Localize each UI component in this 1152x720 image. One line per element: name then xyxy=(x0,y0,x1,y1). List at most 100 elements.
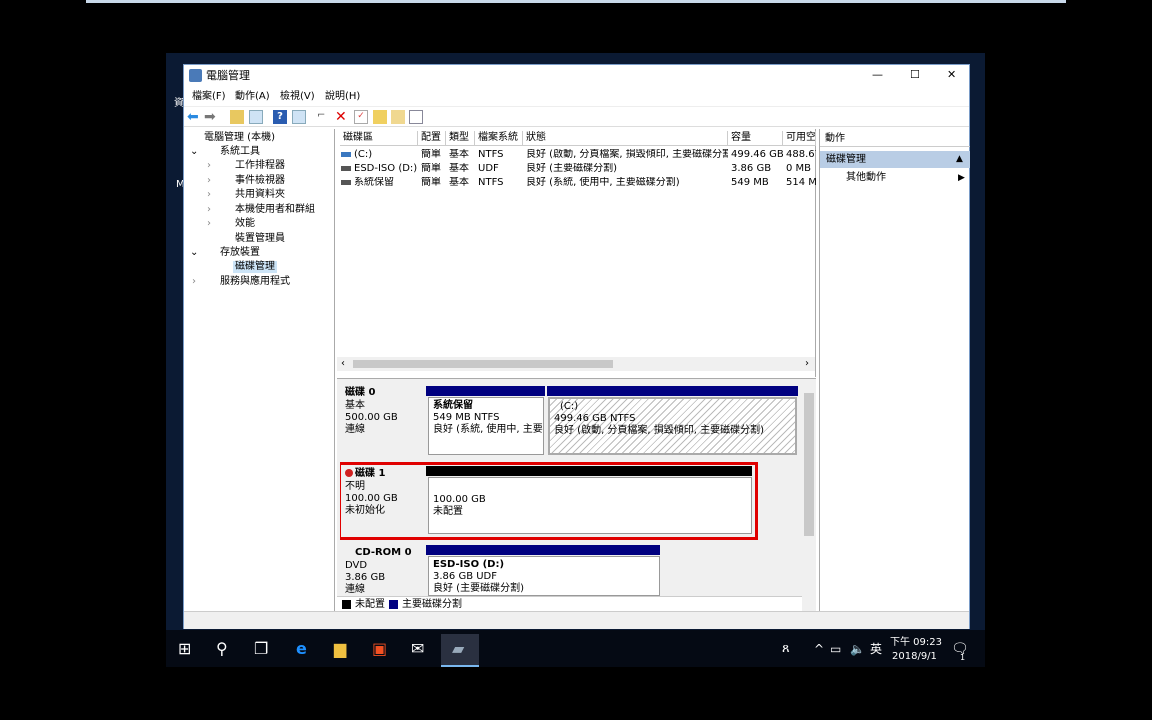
search-icon[interactable] xyxy=(391,110,405,124)
table-row[interactable]: (C:) 簡單 基本 NTFS 良好 (啟動, 分頁檔案, 損毀傾印, 主要磁碟分割) 4… xyxy=(337,148,816,162)
column-header[interactable]: 容量 xyxy=(728,131,783,146)
column-header[interactable]: 類型 xyxy=(446,131,475,146)
back-icon[interactable]: ⬅ xyxy=(187,110,201,124)
submenu-arrow-icon: ▶ xyxy=(958,173,965,183)
file-explorer-icon[interactable]: ▆ xyxy=(334,640,346,658)
menu-action[interactable]: 動作(A) xyxy=(235,91,270,103)
taskbar: ⊞ ⚲ ❐ e ▆ ▣ ✉ ▰ ጸ ^ ▭ 🔈 英 下午 09:23 2018/… xyxy=(166,630,985,667)
close-button[interactable]: ✕ xyxy=(947,69,956,81)
partition-unallocated[interactable]: 100.00 GB 未配置 xyxy=(428,477,752,534)
table-row[interactable]: 系統保留 簡單 基本 NTFS 良好 (系統, 使用中, 主要磁碟分割) 549 MB 51… xyxy=(337,176,816,190)
menu-help[interactable]: 說明(H) xyxy=(325,91,360,103)
tree-item-shared-folders[interactable]: 共用資料夾 xyxy=(235,189,285,201)
clock-date[interactable]: 2018/9/1 xyxy=(892,651,937,663)
up-folder-icon[interactable] xyxy=(230,110,244,124)
show-hide-tree-icon[interactable] xyxy=(249,110,263,124)
show-action-pane-icon[interactable] xyxy=(292,110,306,124)
more-actions[interactable]: 其他動作 xyxy=(846,172,886,184)
mail-icon[interactable]: ✉ xyxy=(411,640,424,658)
forward-icon[interactable]: ➡ xyxy=(204,110,218,124)
edge-icon[interactable]: e xyxy=(296,640,307,658)
partition-esd-iso[interactable]: ESD-ISO (D:) 3.86 GB UDF 良好 (主要磁碟分割) xyxy=(428,556,660,596)
table-cell: UDF xyxy=(478,163,499,174)
table-cell: ESD-ISO (D:) xyxy=(354,163,418,174)
title-bar[interactable]: 電腦管理 — ☐ ✕ xyxy=(184,65,969,87)
computer-management-window: 電腦管理 — ☐ ✕ 檔案(F) 動作(A) 檢視(V) 說明(H) ⬅ ➡ ?… xyxy=(183,64,970,629)
scroll-right-icon[interactable]: › xyxy=(805,358,809,370)
store-icon[interactable]: ▣ xyxy=(372,640,387,658)
tree-item-event-viewer[interactable]: 事件檢視器 xyxy=(235,175,285,187)
partition-c[interactable]: (C:) 499.46 GB NTFS 良好 (啟動, 分頁檔案, 損毀傾印, … xyxy=(548,397,797,455)
help-icon[interactable]: ? xyxy=(273,110,287,124)
menu-file[interactable]: 檔案(F) xyxy=(192,91,226,103)
show-hidden-icons[interactable]: ^ xyxy=(814,640,824,658)
disk-error-icon xyxy=(345,469,353,477)
volume-icon[interactable]: 🔈 xyxy=(850,640,865,658)
partition-system-reserved[interactable]: 系統保留 549 MB NTFS 良好 (系統, 使用中, 主要磁碟分割) xyxy=(428,397,544,455)
vertical-scrollbar[interactable] xyxy=(802,381,816,595)
collapsed-chevron-icon[interactable]: › xyxy=(207,204,211,216)
column-header[interactable]: 可用空 xyxy=(783,131,816,146)
task-view-icon[interactable]: ❐ xyxy=(254,640,268,658)
tree-item-disk-management[interactable]: 磁碟管理 xyxy=(233,261,277,273)
navigation-tree: 電腦管理 (本機) ⌄ 系統工具 › 工作排程器 › 事件檢視器 › 共用資料夾… xyxy=(184,129,335,611)
expand-chevron-icon[interactable]: ⌄ xyxy=(190,146,198,158)
collapsed-chevron-icon[interactable]: › xyxy=(207,189,211,201)
table-cell: 簡單 xyxy=(421,163,441,174)
column-header[interactable]: 狀態 xyxy=(523,131,728,146)
tree-item-storage[interactable]: 存放裝置 xyxy=(220,247,260,259)
tree-item-performance[interactable]: 效能 xyxy=(235,218,255,230)
unallocated-swatch xyxy=(342,600,351,609)
actions-pane: 動作 磁碟管理 ▲ 其他動作 ▶ xyxy=(819,129,970,611)
tree-item-services[interactable]: 服務與應用程式 xyxy=(220,276,290,288)
column-header[interactable]: 配置 xyxy=(418,131,446,146)
collapsed-chevron-icon[interactable]: › xyxy=(207,218,211,230)
scrollbar-thumb[interactable] xyxy=(804,393,814,536)
disk-1-label[interactable]: 磁碟 1 不明 100.00 GB 未初始化 xyxy=(341,465,423,537)
table-cell: 基本 xyxy=(449,163,469,174)
horizontal-scrollbar[interactable]: ‹ › xyxy=(337,357,815,371)
column-header[interactable]: 磁碟區 xyxy=(340,131,418,146)
cdrom-0-label[interactable]: CD-ROM 0 DVD 3.86 GB 連線 xyxy=(341,544,423,596)
menu-view[interactable]: 檢視(V) xyxy=(280,91,315,103)
column-header[interactable]: 檔案系統 xyxy=(475,131,523,146)
collapsed-chevron-icon[interactable]: › xyxy=(192,276,196,288)
table-cell: 0 MB xyxy=(786,163,812,174)
table-cell: 514 M xyxy=(786,177,816,188)
tree-item-task-scheduler[interactable]: 工作排程器 xyxy=(235,160,285,172)
list-view-icon[interactable] xyxy=(409,110,423,124)
table-cell: 基本 xyxy=(449,177,469,188)
tree-item-system-tools[interactable]: 系統工具 xyxy=(220,146,260,158)
menu-bar: 檔案(F) 動作(A) 檢視(V) 說明(H) xyxy=(184,88,969,105)
network-icon[interactable]: ▭ xyxy=(830,640,841,658)
table-cell: 系統保留 xyxy=(354,177,394,188)
import-icon[interactable] xyxy=(373,110,387,124)
tree-item-local-users[interactable]: 本機使用者和群組 xyxy=(235,204,315,216)
tree-item-device-manager[interactable]: 裝置管理員 xyxy=(235,233,285,245)
connect-drive-icon[interactable]: ⌐ xyxy=(317,110,331,124)
collapse-icon: ▲ xyxy=(956,154,963,164)
scrollbar-thumb[interactable] xyxy=(353,360,613,368)
partition-bar xyxy=(426,545,660,555)
scroll-left-icon[interactable]: ‹ xyxy=(341,358,345,370)
search-icon[interactable]: ⚲ xyxy=(216,640,228,658)
clock-time[interactable]: 下午 09:23 xyxy=(890,637,942,649)
actions-section[interactable]: 磁碟管理 ▲ xyxy=(820,151,970,168)
expand-chevron-icon[interactable]: ⌄ xyxy=(190,247,198,259)
unallocated-bar xyxy=(426,466,752,476)
table-row[interactable]: ESD-ISO (D:) 簡單 基本 UDF 良好 (主要磁碟分割) 3.86 GB 0 M… xyxy=(337,162,816,176)
tree-item-root[interactable]: 電腦管理 (本機) xyxy=(204,132,275,144)
collapsed-chevron-icon[interactable]: › xyxy=(207,160,211,172)
maximize-button[interactable]: ☐ xyxy=(910,69,920,81)
table-cell: 良好 (系統, 使用中, 主要磁碟分割) xyxy=(526,177,680,188)
collapsed-chevron-icon[interactable]: › xyxy=(207,175,211,187)
properties-icon[interactable]: ✓ xyxy=(354,110,368,124)
disk-0-label[interactable]: 磁碟 0 基本 500.00 GB 連線 xyxy=(341,384,423,459)
toolbar: ⬅ ➡ ? ⌐ ✕ ✓ xyxy=(184,106,969,127)
people-icon[interactable]: ጸ xyxy=(782,640,790,658)
taskbar-computer-management[interactable]: ▰ xyxy=(441,634,479,667)
minimize-button[interactable]: — xyxy=(872,69,883,81)
input-language[interactable]: 英 xyxy=(870,640,882,658)
delete-icon[interactable]: ✕ xyxy=(335,110,349,124)
start-icon[interactable]: ⊞ xyxy=(178,640,191,658)
